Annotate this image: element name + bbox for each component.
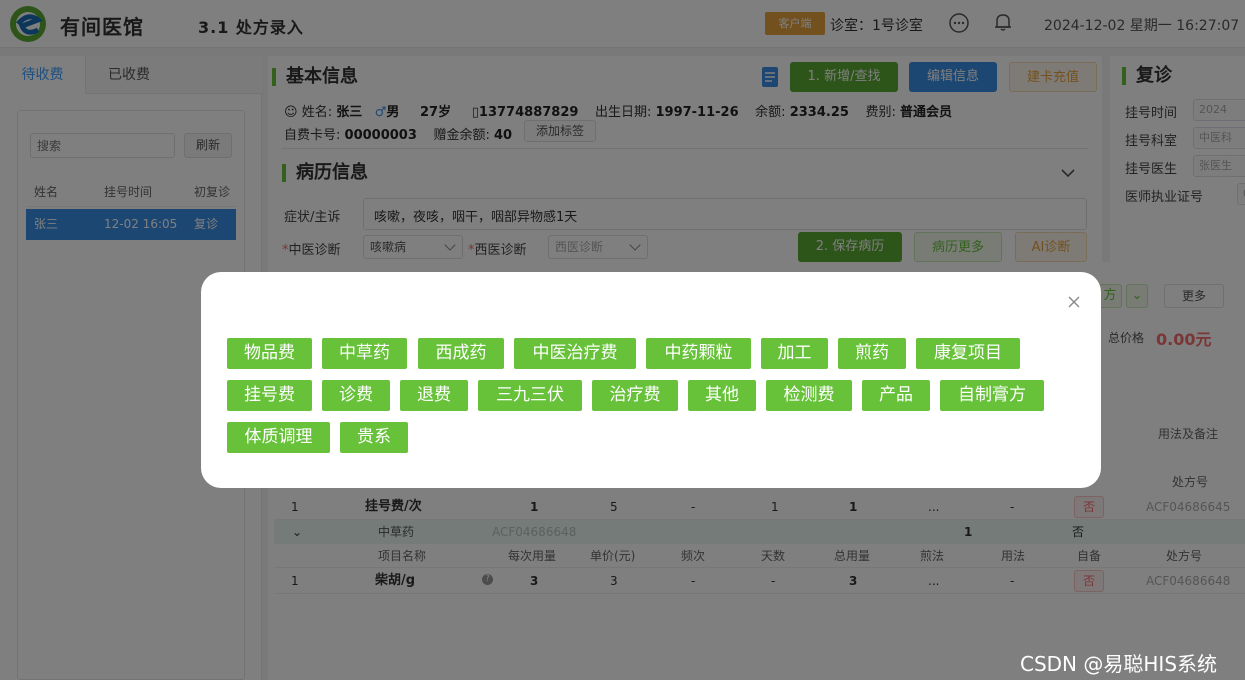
fee-tag[interactable]: 煎药 — [838, 338, 906, 369]
fee-tag[interactable]: 产品 — [862, 380, 930, 411]
fee-tag[interactable]: 自制膏方 — [940, 380, 1044, 411]
watermark: CSDN @易聪HIS系统 — [1020, 652, 1218, 676]
fee-tag[interactable]: 退费 — [400, 380, 468, 411]
fee-tag[interactable]: 中药颗粒 — [646, 338, 751, 369]
fee-tag[interactable]: 诊费 — [322, 380, 390, 411]
fee-tag[interactable]: 检测费 — [766, 380, 852, 411]
fee-tag[interactable]: 中草药 — [322, 338, 407, 369]
fee-tag[interactable]: 体质调理 — [227, 422, 330, 453]
fee-category-modal: 物品费 中草药 西成药 中医治疗费 中药颗粒 加工 煎药 康复项目 挂号费 诊费… — [201, 272, 1101, 488]
fee-tag[interactable]: 康复项目 — [916, 338, 1020, 369]
fee-tag[interactable]: 其他 — [688, 380, 756, 411]
fee-tag[interactable]: 三九三伏 — [478, 380, 582, 411]
fee-tag[interactable]: 物品费 — [227, 338, 312, 369]
fee-tag[interactable]: 西成药 — [418, 338, 504, 369]
close-icon[interactable] — [1067, 295, 1081, 309]
fee-tag[interactable]: 加工 — [761, 338, 828, 369]
fee-tag[interactable]: 治疗费 — [592, 380, 678, 411]
fee-tag[interactable]: 中医治疗费 — [514, 338, 636, 369]
fee-tag[interactable]: 挂号费 — [227, 380, 312, 411]
fee-tag[interactable]: 贵系 — [340, 422, 408, 453]
